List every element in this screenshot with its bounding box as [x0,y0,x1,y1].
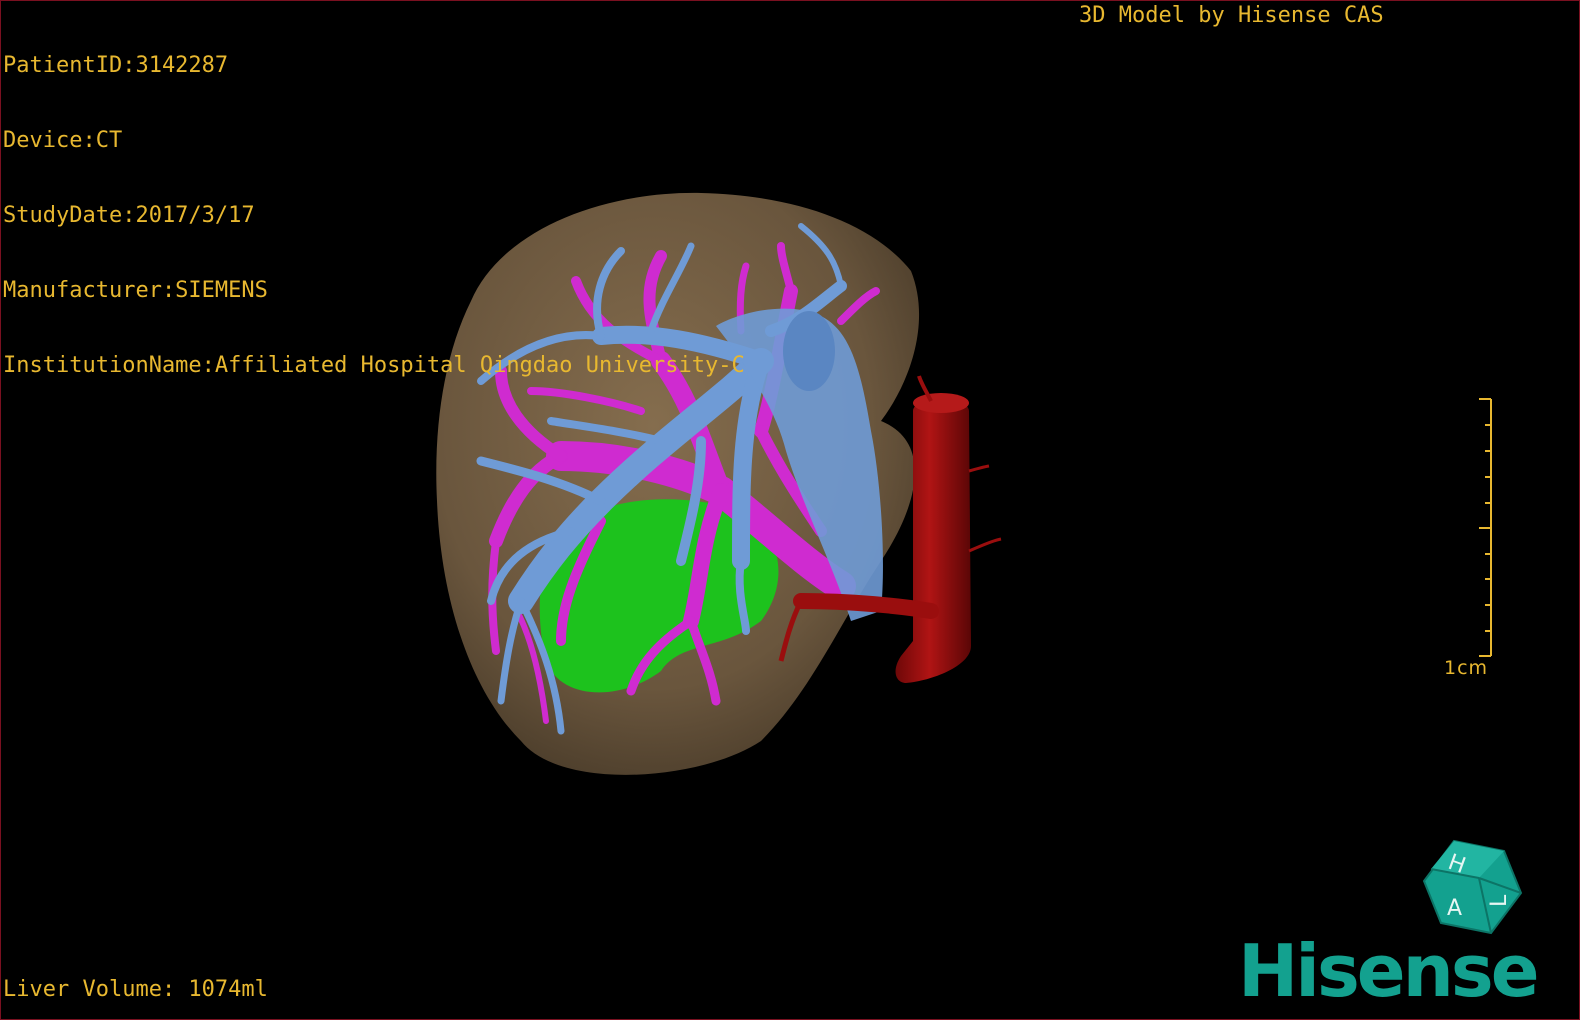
cube-face-a: A [1447,896,1462,921]
institution-text: InstitutionName:Affiliated Hospital Qing… [3,353,745,378]
orientation-cube-icon[interactable]: H A L [1419,833,1529,943]
device-text: Device:CT [3,128,123,153]
3d-viewport[interactable]: PatientID:3142287 Device:CT StudyDate:20… [0,0,1580,1020]
patient-id-text: PatientID:3142287 [3,53,229,78]
manufacturer-text: Manufacturer:SIEMENS [3,278,268,303]
dicom-info-overlay: PatientID:3142287 Device:CT StudyDate:20… [3,3,745,428]
liver-volume-text: Liver Volume: 1074ml [3,977,268,1002]
scale-bar-label: 1cm [1444,657,1489,679]
brand-logo: Hisense [1238,929,1540,1013]
ivc-opening [783,311,835,391]
model-credit-text: 3D Model by Hisense CAS [1079,3,1384,28]
cube-face-l: L [1487,894,1512,907]
study-date-text: StudyDate:2017/3/17 [3,203,255,228]
scale-bar [1479,398,1492,657]
